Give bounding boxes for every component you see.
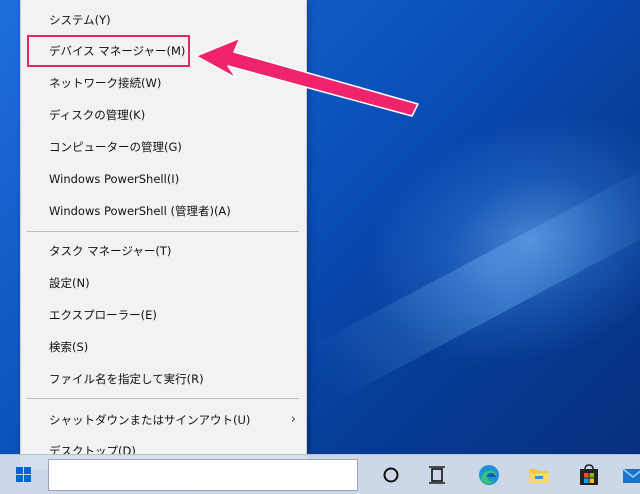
menu-item-system[interactable]: システム(Y) [21, 5, 306, 35]
edge-button[interactable] [466, 455, 512, 494]
edge-icon [479, 465, 499, 485]
menu-item-powershell-admin[interactable]: Windows PowerShell (管理者)(A) [21, 196, 306, 226]
mail-button[interactable] [610, 455, 640, 494]
store-button[interactable] [566, 455, 612, 494]
menu-separator [27, 398, 299, 399]
cortana-button[interactable] [368, 455, 414, 494]
menu-item-search[interactable]: 検索(S) [21, 332, 306, 362]
menu-item-computer-management[interactable]: コンピューターの管理(G) [21, 132, 306, 162]
menu-item-shutdown-signout[interactable]: シャットダウンまたはサインアウト(U) › [21, 405, 306, 435]
menu-item-label: Windows PowerShell(I) [49, 172, 180, 186]
menu-item-disk-management[interactable]: ディスクの管理(K) [21, 100, 306, 130]
menu-item-label: ファイル名を指定して実行(R) [49, 372, 204, 386]
cortana-circle-icon [383, 467, 399, 483]
menu-item-network-connections[interactable]: ネットワーク接続(W) [21, 68, 306, 98]
menu-item-label: ディスクの管理(K) [49, 108, 146, 122]
mail-icon [622, 468, 640, 483]
winx-context-menu: システム(Y) デバイス マネージャー(M) ネットワーク接続(W) ディスクの… [20, 0, 307, 470]
windows-start-icon [16, 467, 31, 482]
file-explorer-icon [529, 469, 549, 483]
desktop: システム(Y) デバイス マネージャー(M) ネットワーク接続(W) ディスクの… [0, 0, 640, 494]
task-view-button[interactable] [414, 455, 460, 494]
start-button[interactable] [0, 455, 48, 494]
microsoft-store-icon [580, 464, 598, 485]
taskbar-search-box[interactable] [48, 459, 358, 491]
menu-separator [27, 231, 299, 232]
menu-item-settings[interactable]: 設定(N) [21, 268, 306, 298]
menu-item-label: エクスプローラー(E) [49, 308, 157, 322]
menu-item-label: シャットダウンまたはサインアウト(U) [49, 413, 251, 427]
menu-item-task-manager[interactable]: タスク マネージャー(T) [21, 236, 306, 266]
wallpaper-glow [329, 69, 640, 411]
highlight-box [27, 35, 190, 67]
task-view-icon [429, 466, 445, 484]
menu-item-label: 設定(N) [49, 276, 90, 290]
menu-item-label: コンピューターの管理(G) [49, 140, 182, 154]
menu-item-label: システム(Y) [49, 13, 111, 27]
menu-item-label: 検索(S) [49, 340, 89, 354]
taskbar [0, 454, 640, 494]
menu-item-explorer[interactable]: エクスプローラー(E) [21, 300, 306, 330]
chevron-right-icon: › [290, 412, 296, 427]
file-explorer-button[interactable] [516, 455, 562, 494]
menu-item-label: タスク マネージャー(T) [49, 244, 172, 258]
menu-item-run[interactable]: ファイル名を指定して実行(R) [21, 364, 306, 394]
menu-item-label: Windows PowerShell (管理者)(A) [49, 204, 231, 218]
menu-item-label: ネットワーク接続(W) [49, 76, 162, 90]
wallpaper-beam [309, 159, 640, 401]
menu-item-powershell[interactable]: Windows PowerShell(I) [21, 164, 306, 194]
